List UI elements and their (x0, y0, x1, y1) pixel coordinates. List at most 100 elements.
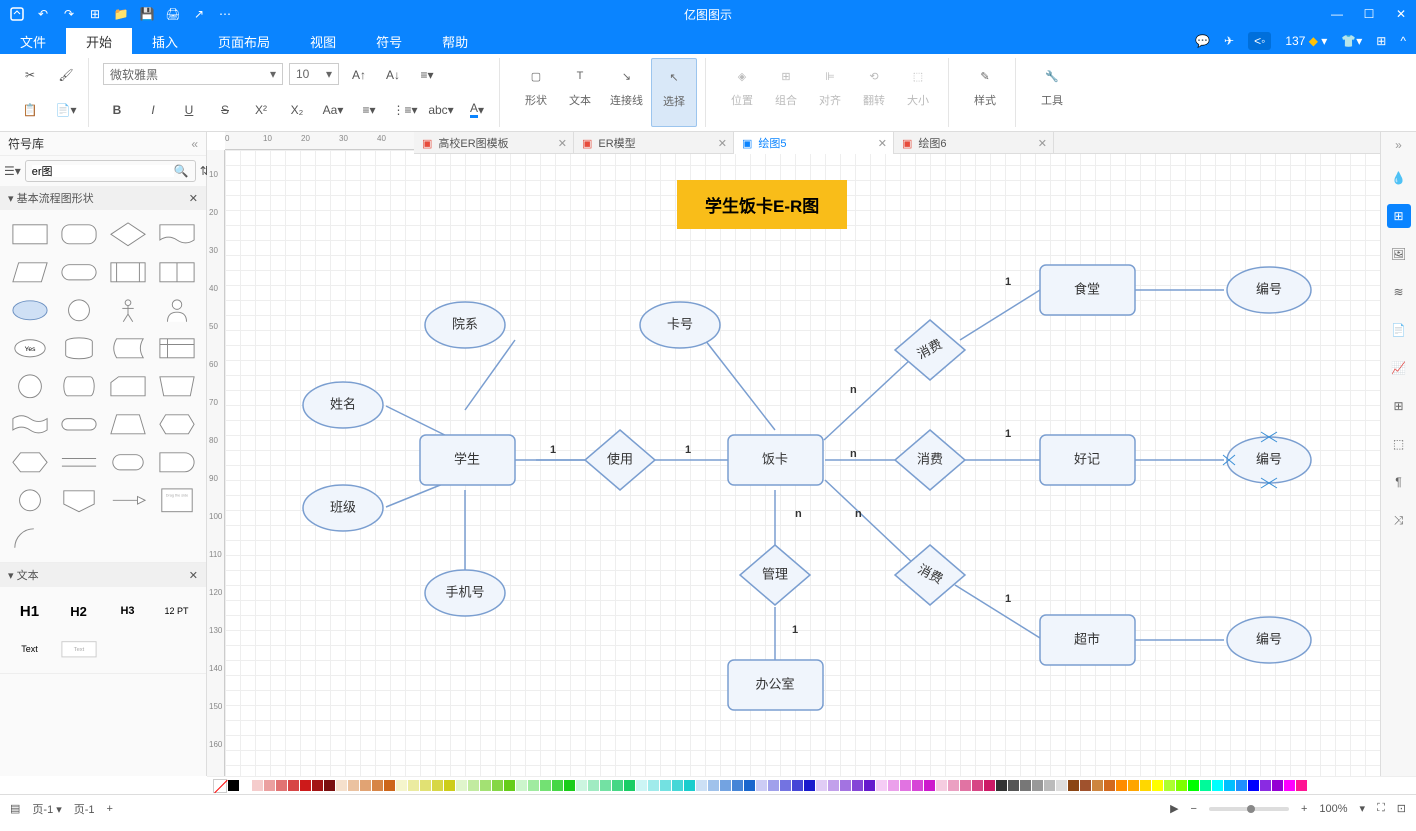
color-swatch[interactable] (888, 780, 899, 791)
shape-predef[interactable] (106, 256, 149, 288)
shape-roundhex[interactable] (106, 446, 149, 478)
color-swatch[interactable] (564, 780, 575, 791)
color-swatch[interactable] (924, 780, 935, 791)
save-icon[interactable]: 💾 (140, 7, 154, 21)
shape-arc[interactable] (8, 522, 51, 554)
app-logo-icon[interactable] (10, 7, 24, 21)
send-icon[interactable]: ✈ (1224, 34, 1234, 48)
color-swatch[interactable] (420, 780, 431, 791)
shape-circle[interactable] (57, 294, 100, 326)
color-swatch[interactable] (1128, 780, 1139, 791)
doc-tab-draw6[interactable]: ▣绘图6✕ (894, 132, 1054, 154)
color-swatch[interactable] (900, 780, 911, 791)
shape-h1[interactable]: H1 (8, 595, 51, 627)
underline-icon[interactable]: U (175, 98, 203, 122)
color-swatch[interactable] (396, 780, 407, 791)
minimize-icon[interactable]: — (1330, 7, 1344, 21)
color-swatch[interactable] (540, 780, 551, 791)
export-icon[interactable]: ↗ (192, 7, 206, 21)
color-swatch[interactable] (1032, 780, 1043, 791)
shape-rect[interactable] (8, 218, 51, 250)
color-swatch[interactable] (1116, 780, 1127, 791)
zoom-in-icon[interactable]: + (1301, 803, 1307, 815)
color-swatch[interactable] (660, 780, 671, 791)
color-swatch[interactable] (684, 780, 695, 791)
menu-start[interactable]: 开始 (66, 28, 132, 54)
menu-help[interactable]: 帮助 (422, 28, 488, 54)
color-swatch[interactable] (444, 780, 455, 791)
color-swatch[interactable] (720, 780, 731, 791)
no-fill-icon[interactable] (213, 779, 227, 793)
color-swatch[interactable] (600, 780, 611, 791)
redo-icon[interactable]: ↷ (62, 7, 76, 21)
close-tab-icon[interactable]: ✕ (558, 137, 567, 150)
color-swatch[interactable] (972, 780, 983, 791)
shape-textbox[interactable]: Text (57, 633, 100, 665)
shape-parallelogram[interactable] (8, 256, 51, 288)
shape-internal[interactable] (155, 332, 198, 364)
color-swatch[interactable] (576, 780, 587, 791)
shape-trap[interactable] (106, 408, 149, 440)
color-swatch[interactable] (276, 780, 287, 791)
new-icon[interactable]: ⊞ (88, 7, 102, 21)
fit-icon[interactable]: ⊡ (1397, 802, 1406, 815)
color-swatch[interactable] (468, 780, 479, 791)
shape-line[interactable] (57, 446, 100, 478)
color-swatch[interactable] (1212, 780, 1223, 791)
shape-terminator[interactable] (57, 408, 100, 440)
shuffle-icon[interactable]: ⤨ (1387, 508, 1411, 532)
lib-section-text[interactable]: ▾ 文本✕ (0, 563, 206, 587)
paste-icon[interactable]: 📄▾ (52, 98, 80, 122)
color-swatch[interactable] (360, 780, 371, 791)
print-icon[interactable]: 🖨 (166, 7, 180, 21)
color-swatch[interactable] (1296, 780, 1307, 791)
3d-icon[interactable]: ⬚ (1387, 432, 1411, 456)
shape-cylinder[interactable] (57, 332, 100, 364)
shape-document[interactable] (155, 218, 198, 250)
menu-view[interactable]: 视图 (290, 28, 356, 54)
color-swatch[interactable] (372, 780, 383, 791)
close-tab-icon[interactable]: ✕ (878, 137, 887, 150)
color-swatch[interactable] (384, 780, 395, 791)
color-swatch[interactable] (588, 780, 599, 791)
color-swatch[interactable] (1068, 780, 1079, 791)
page-selector[interactable]: 页-1 ▾ (32, 801, 61, 817)
color-swatch[interactable] (756, 780, 767, 791)
color-swatch[interactable] (1224, 780, 1235, 791)
shape-storage[interactable] (155, 256, 198, 288)
color-swatch[interactable] (708, 780, 719, 791)
color-swatch[interactable] (996, 780, 1007, 791)
shape-roundrect[interactable] (57, 218, 100, 250)
color-swatch[interactable] (1188, 780, 1199, 791)
color-swatch[interactable] (624, 780, 635, 791)
color-swatch[interactable] (1200, 780, 1211, 791)
font-select[interactable]: 微软雅黑▾ (103, 63, 283, 85)
align-icon[interactable]: ≡▾ (413, 63, 441, 87)
color-swatch[interactable] (936, 780, 947, 791)
shape-yes[interactable]: Yes (8, 332, 51, 364)
shape-manual[interactable] (155, 370, 198, 402)
color-swatch[interactable] (636, 780, 647, 791)
font-increase-icon[interactable]: A↑ (345, 63, 373, 87)
menu-symbol[interactable]: 符号 (356, 28, 422, 54)
format-painter-icon[interactable]: 🖌 (52, 63, 80, 87)
color-swatch[interactable] (432, 780, 443, 791)
shape-hex[interactable] (8, 446, 51, 478)
shape-cyl-h[interactable] (57, 370, 100, 402)
subscript-icon[interactable]: X₂ (283, 98, 311, 122)
lib-section-basic[interactable]: ▾ 基本流程图形状✕ (0, 186, 206, 210)
apps-icon[interactable]: ⊞ (1376, 34, 1386, 48)
font-decrease-icon[interactable]: A↓ (379, 63, 407, 87)
color-swatch[interactable] (456, 780, 467, 791)
color-swatch[interactable] (312, 780, 323, 791)
shape-actor[interactable] (106, 294, 149, 326)
font-color-icon[interactable]: A▾ (463, 98, 491, 122)
menu-insert[interactable]: 插入 (132, 28, 198, 54)
italic-icon[interactable]: I (139, 98, 167, 122)
color-swatch[interactable] (804, 780, 815, 791)
shape-h2[interactable]: H2 (57, 595, 100, 627)
color-swatch[interactable] (1020, 780, 1031, 791)
shape-ellipse-sel[interactable] (8, 294, 51, 326)
play-icon[interactable]: ▶ (1170, 802, 1178, 815)
page-tab[interactable]: 页-1 (74, 801, 95, 817)
